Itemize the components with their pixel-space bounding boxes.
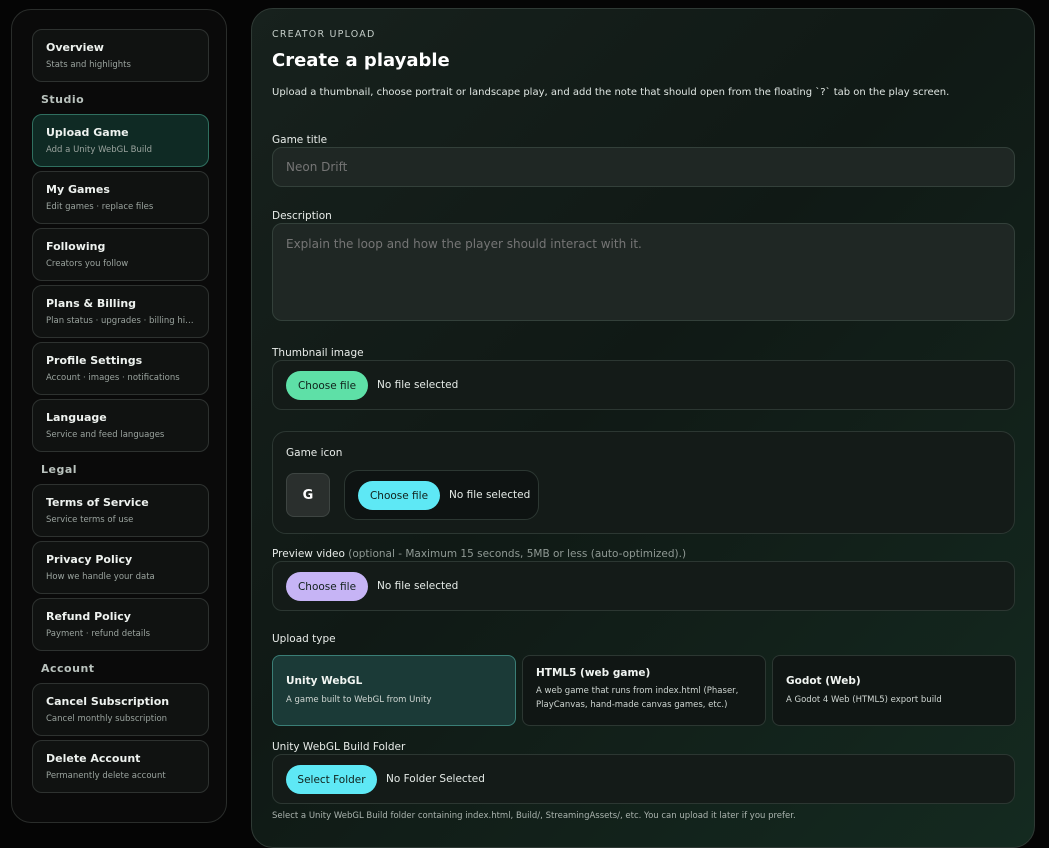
sidebar-item-following[interactable]: Following Creators you follow <box>32 228 209 281</box>
upload-type-title: HTML5 (web game) <box>536 667 651 679</box>
sidebar-item-profile-settings[interactable]: Profile Settings Account · images · noti… <box>32 342 209 395</box>
sidebar-item-subtitle: Cancel monthly subscription <box>46 714 168 724</box>
sidebar-item-title: Overview <box>46 41 104 54</box>
game-icon-avatar: G <box>286 473 330 517</box>
sidebar-item-subtitle: How we handle your data <box>46 572 155 582</box>
upload-panel: CREATOR UPLOAD Create a playable Upload … <box>251 8 1035 848</box>
upload-type-godot[interactable]: Godot (Web) A Godot 4 Web (HTML5) export… <box>772 655 1016 726</box>
sidebar-item-plans-billing[interactable]: Plans & Billing Plan status · upgrades ·… <box>32 285 209 338</box>
select-folder-button[interactable]: Select Folder <box>286 765 377 794</box>
sidebar-item-subtitle: Creators you follow <box>46 259 129 269</box>
thumbnail-file-status: No file selected <box>377 379 459 391</box>
upload-type-label: Upload type <box>272 633 336 645</box>
sidebar-section-legal: Legal <box>41 463 78 476</box>
upload-type-desc: A game built to WebGL from Unity <box>286 695 432 705</box>
upload-type-title: Godot (Web) <box>786 675 861 687</box>
thumbnail-choose-file-button[interactable]: Choose file <box>286 371 368 400</box>
upload-type-html5[interactable]: HTML5 (web game) A web game that runs fr… <box>522 655 766 726</box>
upload-type-desc: A Godot 4 Web (HTML5) export build <box>786 695 942 705</box>
build-folder-status: No Folder Selected <box>386 773 485 785</box>
sidebar-item-title: Upload Game <box>46 126 129 139</box>
game-icon-choose-file-button[interactable]: Choose file <box>358 481 440 510</box>
game-icon-label: Game icon <box>286 447 343 459</box>
preview-video-choose-file-button[interactable]: Choose file <box>286 572 368 601</box>
game-icon-file-input: Choose file No file selected <box>344 470 539 520</box>
upload-type-unity-webgl[interactable]: Unity WebGL A game built to WebGL from U… <box>272 655 516 726</box>
thumbnail-label: Thumbnail image <box>272 347 364 359</box>
preview-video-label-text: Preview video <box>272 548 345 560</box>
sidebar-item-title: Following <box>46 240 106 253</box>
sidebar-item-overview[interactable]: Overview Stats and highlights <box>32 29 209 82</box>
sidebar-item-privacy[interactable]: Privacy Policy How we handle your data <box>32 541 209 594</box>
upload-type-desc: A web game that runs from index.html (Ph… <box>536 686 739 710</box>
sidebar-section-account: Account <box>41 662 95 675</box>
description-textarea[interactable] <box>272 223 1015 321</box>
upload-type-title: Unity WebGL <box>286 675 363 687</box>
preview-video-file-input: Choose file No file selected <box>272 561 1015 611</box>
sidebar-item-my-games[interactable]: My Games Edit games · replace files <box>32 171 209 224</box>
sidebar-item-subtitle: Plan status · upgrades · billing his... <box>46 316 195 326</box>
build-folder-input: Select Folder No Folder Selected <box>272 754 1015 804</box>
preview-video-file-status: No file selected <box>377 580 459 592</box>
sidebar-item-subtitle: Account · images · notifications <box>46 373 180 383</box>
sidebar-item-subtitle: Stats and highlights <box>46 60 131 70</box>
description-label: Description <box>272 210 332 222</box>
sidebar-item-upload-game[interactable]: Upload Game Add a Unity WebGL Build <box>32 114 209 167</box>
sidebar-item-delete-account[interactable]: Delete Account Permanently delete accoun… <box>32 740 209 793</box>
sidebar-item-title: Profile Settings <box>46 354 143 367</box>
sidebar-item-subtitle: Add a Unity WebGL Build <box>46 145 152 155</box>
game-icon-file-status: No file selected <box>449 489 531 501</box>
sidebar-item-refund[interactable]: Refund Policy Payment · refund details <box>32 598 209 651</box>
sidebar-item-title: My Games <box>46 183 110 196</box>
sidebar-item-title: Plans & Billing <box>46 297 137 310</box>
sidebar-item-subtitle: Service and feed languages <box>46 430 165 440</box>
game-title-label: Game title <box>272 134 328 146</box>
preview-video-note: (optional - Maximum 15 seconds, 5MB or l… <box>348 548 687 560</box>
page-title: Create a playable <box>272 50 450 71</box>
page-eyebrow: CREATOR UPLOAD <box>272 29 376 40</box>
sidebar-item-title: Privacy Policy <box>46 553 133 566</box>
build-folder-hint: Select a Unity WebGL Build folder contai… <box>272 811 796 821</box>
build-folder-label: Unity WebGL Build Folder <box>272 741 406 753</box>
sidebar-item-subtitle: Edit games · replace files <box>46 202 154 212</box>
thumbnail-file-input: Choose file No file selected <box>272 360 1015 410</box>
sidebar-item-title: Refund Policy <box>46 610 131 623</box>
game-title-input[interactable] <box>272 147 1015 187</box>
sidebar-item-title: Delete Account <box>46 752 141 765</box>
sidebar-item-subtitle: Payment · refund details <box>46 629 151 639</box>
sidebar-item-terms[interactable]: Terms of Service Service terms of use <box>32 484 209 537</box>
sidebar-item-cancel-subscription[interactable]: Cancel Subscription Cancel monthly subsc… <box>32 683 209 736</box>
page-description: Upload a thumbnail, choose portrait or l… <box>272 87 950 98</box>
preview-video-label: Preview video (optional - Maximum 15 sec… <box>272 548 686 560</box>
sidebar-item-title: Terms of Service <box>46 496 149 509</box>
sidebar-item-subtitle: Permanently delete account <box>46 771 166 781</box>
sidebar-item-title: Cancel Subscription <box>46 695 170 708</box>
sidebar-section-studio: Studio <box>41 93 85 106</box>
sidebar-item-subtitle: Service terms of use <box>46 515 134 525</box>
game-icon-section: Game icon G Choose file No file selected <box>272 431 1015 534</box>
sidebar: Overview Stats and highlights Studio Upl… <box>11 9 227 823</box>
sidebar-item-language[interactable]: Language Service and feed languages <box>32 399 209 452</box>
sidebar-item-title: Language <box>46 411 107 424</box>
